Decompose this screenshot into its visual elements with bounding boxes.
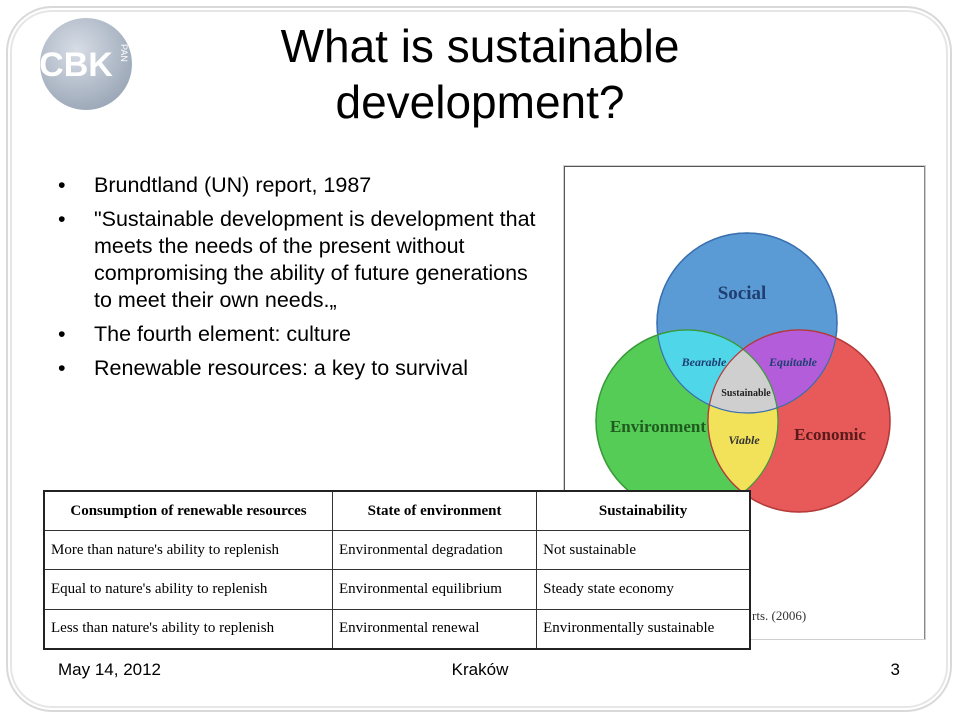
bullet-item: Brundtland (UN) report, 1987 <box>58 172 544 199</box>
table-cell: Environmental equilibrium <box>331 569 538 610</box>
table-header: Consumption of renewable resources <box>43 490 333 532</box>
table-cell: Less than nature's ability to replenish <box>43 608 333 650</box>
resources-table: Consumption of renewable resources State… <box>43 490 751 650</box>
table-cell: Environmental degradation <box>331 530 538 571</box>
table-row: More than nature's ability to replenish … <box>43 530 751 571</box>
label-economic: Economic <box>794 425 866 444</box>
table-cell: Not sustainable <box>536 530 751 571</box>
table-cell: Environmentally sustainable <box>536 608 751 650</box>
footer-page-number: 3 <box>890 660 900 679</box>
bullet-item: Renewable resources: a key to survival <box>58 355 544 382</box>
table-row: Equal to nature's ability to replenish E… <box>43 569 751 610</box>
label-environment: Environment <box>610 417 706 436</box>
label-viable: Viable <box>728 433 760 447</box>
table-cell: Equal to nature's ability to replenish <box>43 569 333 610</box>
label-sustainable: Sustainable <box>721 388 771 399</box>
table-cell: Environmental renewal <box>331 608 538 650</box>
label-equitable: Equitable <box>768 355 818 369</box>
diagram-credit: rts. (2006) <box>752 608 807 623</box>
slide-title: What is sustainable development? <box>280 20 680 128</box>
bullet-item: "Sustainable development is development … <box>58 206 544 314</box>
bullet-list: Brundtland (UN) report, 1987 "Sustainabl… <box>58 172 544 389</box>
label-bearable: Bearable <box>681 355 727 369</box>
label-social: Social <box>718 283 767 304</box>
logo-subtext: PAN <box>119 44 129 62</box>
table-header: Sustainability <box>536 490 751 532</box>
table-header-row: Consumption of renewable resources State… <box>43 490 751 532</box>
bullet-item: The fourth element: culture <box>58 321 544 348</box>
cbk-logo: CBK PAN <box>39 18 132 110</box>
table-header: State of environment <box>331 490 538 532</box>
table-cell: More than nature's ability to replenish <box>43 530 333 571</box>
table-cell: Steady state economy <box>536 569 751 610</box>
logo-text: CBK <box>39 46 113 84</box>
table-row: Less than nature's ability to replenish … <box>43 608 751 650</box>
footer-place: Kraków <box>451 660 509 679</box>
